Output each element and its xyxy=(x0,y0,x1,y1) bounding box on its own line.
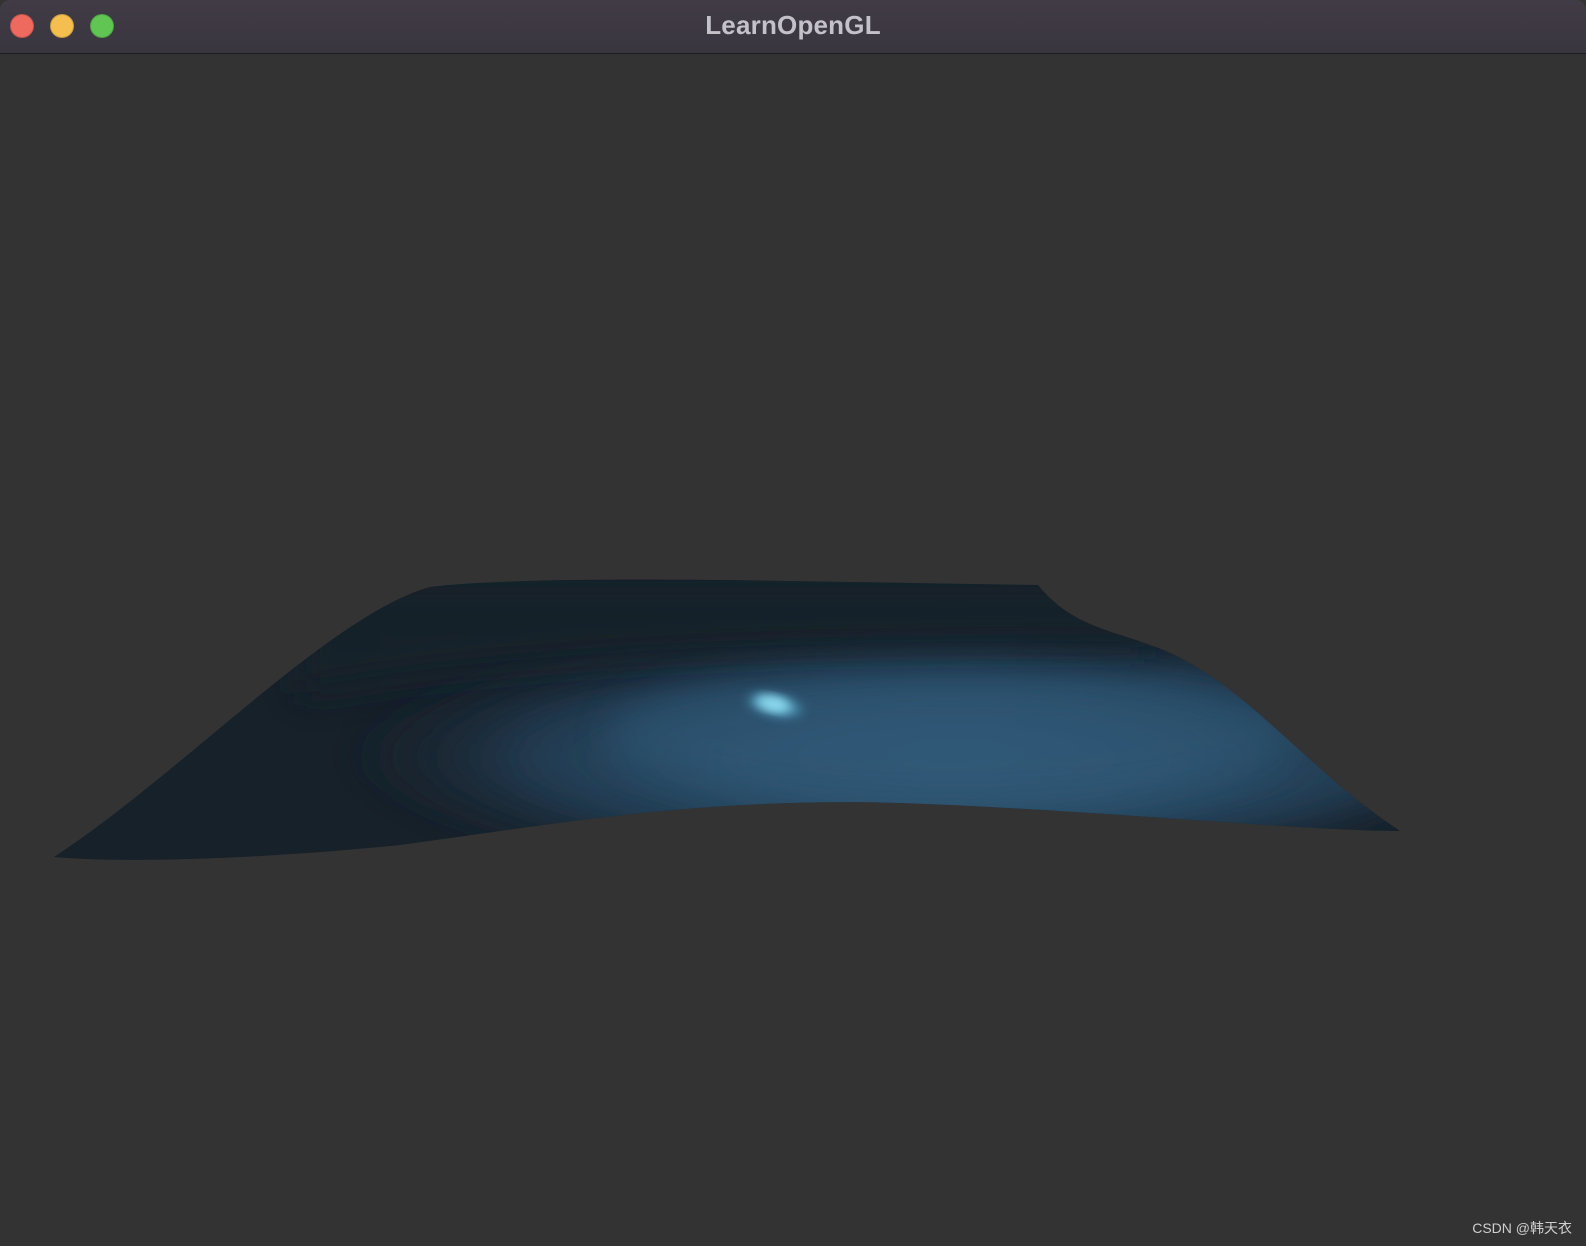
title-bar[interactable]: LearnOpenGL xyxy=(0,0,1586,54)
app-window: LearnOpenGL CSDN @韩天衣 xyxy=(0,0,1586,1246)
lit-core xyxy=(610,665,1290,805)
window-title: LearnOpenGL xyxy=(705,10,881,40)
watermark: CSDN @韩天衣 xyxy=(1472,1220,1572,1236)
opengl-viewport[interactable]: CSDN @韩天衣 xyxy=(0,55,1586,1246)
rendered-scene xyxy=(54,579,1400,860)
